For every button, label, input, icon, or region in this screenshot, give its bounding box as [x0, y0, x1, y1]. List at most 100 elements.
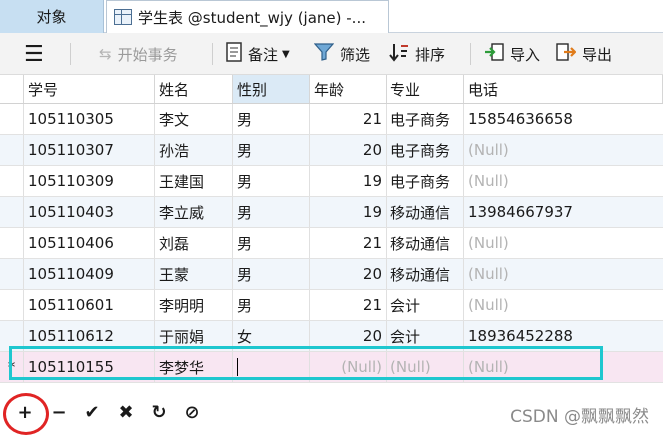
- cell-major[interactable]: (Null): [387, 352, 464, 382]
- row-selector[interactable]: [0, 228, 24, 258]
- cell-student-id[interactable]: 105110612: [24, 321, 155, 351]
- cell-age[interactable]: 19: [310, 166, 387, 196]
- stop-button[interactable]: ⊘: [181, 401, 203, 423]
- comment-button[interactable]: 备注 ▼: [226, 39, 290, 69]
- column-header-gender[interactable]: 性别: [233, 75, 310, 103]
- toolbar-divider: [70, 43, 71, 65]
- delete-record-button[interactable]: −: [48, 401, 70, 423]
- cell-age[interactable]: 20: [310, 135, 387, 165]
- table-row[interactable]: 105110309 王建国 男 19 电子商务 (Null): [0, 166, 663, 197]
- cell-phone[interactable]: 18936452288: [464, 321, 663, 351]
- cell-major[interactable]: 会计: [387, 290, 464, 320]
- export-button[interactable]: 导出: [556, 39, 612, 69]
- row-selector[interactable]: [0, 135, 24, 165]
- cell-major[interactable]: 移动通信: [387, 259, 464, 289]
- import-button[interactable]: 导入: [484, 39, 540, 69]
- cell-name[interactable]: 于丽娟: [155, 321, 233, 351]
- cell-gender[interactable]: 男: [233, 228, 310, 258]
- column-header-phone[interactable]: 电话: [464, 75, 663, 103]
- table-row[interactable]: 105110612 于丽娟 女 20 会计 18936452288: [0, 321, 663, 352]
- cell-major[interactable]: 移动通信: [387, 228, 464, 258]
- cell-phone[interactable]: (Null): [464, 290, 663, 320]
- table-row[interactable]: 105110307 孙浩 男 20 电子商务 (Null): [0, 135, 663, 166]
- cell-gender[interactable]: 男: [233, 290, 310, 320]
- filter-button[interactable]: 筛选: [313, 39, 370, 69]
- row-selector[interactable]: [0, 321, 24, 351]
- cell-student-id[interactable]: 105110601: [24, 290, 155, 320]
- cell-name[interactable]: 李立威: [155, 197, 233, 227]
- cell-gender[interactable]: 男: [233, 135, 310, 165]
- document-icon: [226, 42, 242, 66]
- cell-student-id[interactable]: 105110305: [24, 104, 155, 134]
- menu-button[interactable]: ☰: [24, 39, 44, 69]
- import-icon: [484, 42, 504, 66]
- cell-student-id[interactable]: 105110307: [24, 135, 155, 165]
- cell-student-id[interactable]: 105110309: [24, 166, 155, 196]
- tab-student-table[interactable]: 学生表 @student_wjy (jane) -...: [106, 0, 389, 33]
- row-selector[interactable]: [0, 197, 24, 227]
- cell-age[interactable]: 21: [310, 228, 387, 258]
- tab-objects[interactable]: 对象: [0, 0, 104, 33]
- table-row[interactable]: 105110403 李立威 男 19 移动通信 13984667937: [0, 197, 663, 228]
- cell-age[interactable]: (Null): [310, 352, 387, 382]
- column-header-major[interactable]: 专业: [387, 75, 464, 103]
- cell-major[interactable]: 电子商务: [387, 135, 464, 165]
- cell-student-id[interactable]: 105110403: [24, 197, 155, 227]
- cell-gender[interactable]: 男: [233, 166, 310, 196]
- plus-icon: +: [17, 401, 33, 423]
- table-row[interactable]: 105110406 刘磊 男 21 移动通信 (Null): [0, 228, 663, 259]
- row-selector[interactable]: [0, 104, 24, 134]
- table-row[interactable]: 105110305 李文 男 21 电子商务 15854636658: [0, 104, 663, 135]
- cell-major[interactable]: 移动通信: [387, 197, 464, 227]
- toolbar: ☰ ⇆ 开始事务 备注 ▼ 筛选 排序 导入 导出: [0, 33, 663, 75]
- row-selector[interactable]: [0, 290, 24, 320]
- cell-student-id[interactable]: 105110406: [24, 228, 155, 258]
- cell-gender[interactable]: 男: [233, 259, 310, 289]
- cell-gender[interactable]: 男: [233, 197, 310, 227]
- cell-phone[interactable]: (Null): [464, 228, 663, 258]
- column-header-student-id[interactable]: 学号: [24, 75, 155, 103]
- cell-phone[interactable]: (Null): [464, 135, 663, 165]
- refresh-icon: ↻: [151, 401, 167, 423]
- row-selector[interactable]: [0, 259, 24, 289]
- cell-phone[interactable]: (Null): [464, 352, 663, 382]
- cell-major[interactable]: 会计: [387, 321, 464, 351]
- sort-button[interactable]: 排序: [389, 39, 445, 69]
- export-label: 导出: [582, 45, 613, 64]
- cell-phone[interactable]: (Null): [464, 259, 663, 289]
- add-record-button[interactable]: +: [14, 401, 36, 423]
- cell-name[interactable]: 刘磊: [155, 228, 233, 258]
- text-caret: [237, 358, 238, 376]
- cell-phone[interactable]: (Null): [464, 166, 663, 196]
- cell-name[interactable]: 李梦华: [155, 352, 233, 382]
- new-row[interactable]: * 105110155 李梦华 (Null) (Null) (Null): [0, 352, 663, 383]
- cell-age[interactable]: 21: [310, 104, 387, 134]
- apply-changes-button[interactable]: ✔: [81, 401, 103, 423]
- cell-gender[interactable]: 男: [233, 104, 310, 134]
- cell-major[interactable]: 电子商务: [387, 166, 464, 196]
- cell-name[interactable]: 李文: [155, 104, 233, 134]
- column-header-age[interactable]: 年龄: [310, 75, 387, 103]
- refresh-button[interactable]: ↻: [148, 401, 170, 423]
- cell-name[interactable]: 孙浩: [155, 135, 233, 165]
- cell-major[interactable]: 电子商务: [387, 104, 464, 134]
- cell-name[interactable]: 王建国: [155, 166, 233, 196]
- cell-name[interactable]: 李明明: [155, 290, 233, 320]
- cell-phone[interactable]: 15854636658: [464, 104, 663, 134]
- cell-age[interactable]: 19: [310, 197, 387, 227]
- cell-gender[interactable]: 女: [233, 321, 310, 351]
- cell-phone[interactable]: 13984667937: [464, 197, 663, 227]
- cell-age[interactable]: 21: [310, 290, 387, 320]
- table-row[interactable]: 105110409 王蒙 男 20 移动通信 (Null): [0, 259, 663, 290]
- cell-age[interactable]: 20: [310, 259, 387, 289]
- row-selector[interactable]: [0, 166, 24, 196]
- begin-transaction-button[interactable]: ⇆ 开始事务: [99, 39, 178, 69]
- cell-name[interactable]: 王蒙: [155, 259, 233, 289]
- cell-age[interactable]: 20: [310, 321, 387, 351]
- cell-gender-editing[interactable]: [233, 352, 310, 382]
- column-header-name[interactable]: 姓名: [155, 75, 233, 103]
- discard-changes-button[interactable]: ✖: [115, 401, 137, 423]
- table-row[interactable]: 105110601 李明明 男 21 会计 (Null): [0, 290, 663, 321]
- cell-student-id[interactable]: 105110409: [24, 259, 155, 289]
- cell-student-id[interactable]: 105110155: [24, 352, 155, 382]
